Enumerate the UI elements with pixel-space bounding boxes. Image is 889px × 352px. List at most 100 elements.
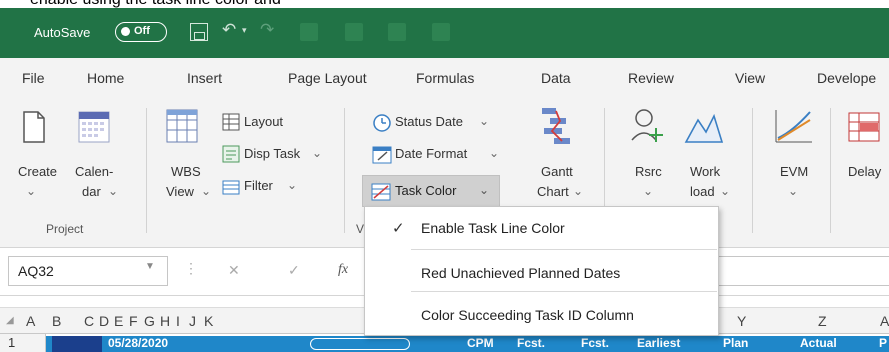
disp-task-icon[interactable] [222, 145, 240, 163]
column-header[interactable]: J [189, 313, 196, 329]
column-header[interactable]: E [114, 313, 123, 329]
rsrc-button[interactable]: Rsrc [635, 164, 662, 179]
enter-icon[interactable]: ✓ [288, 262, 300, 279]
menu-item-color-succeeding-task-id-column[interactable]: Color Succeeding Task ID Column [365, 296, 718, 334]
row-number[interactable]: 1 [0, 334, 46, 352]
gantt-chart-icon[interactable] [540, 106, 574, 146]
save-icon[interactable] [190, 23, 208, 41]
date-format-dropdown-icon[interactable]: ⌄ [489, 146, 499, 160]
cell-date[interactable]: 05/28/2020 [108, 336, 168, 350]
function-icon[interactable]: fx [338, 262, 348, 278]
tab-developer[interactable]: Develope [817, 70, 876, 86]
name-box[interactable]: AQ32 ▼ [8, 256, 168, 286]
column-header[interactable]: Y [737, 313, 746, 329]
tab-insert[interactable]: Insert [187, 70, 222, 86]
tab-page-layout[interactable]: Page Layout [288, 70, 367, 86]
workload-dropdown-icon[interactable]: ⌄ [720, 184, 730, 198]
evm-button[interactable]: EVM [780, 164, 808, 179]
toggle-knob-icon [121, 27, 130, 36]
column-header[interactable]: C [84, 313, 94, 329]
progress-pill [310, 338, 410, 350]
task-color-label: Task Color [395, 183, 457, 198]
calendar-dropdown-icon[interactable]: ⌄ [108, 184, 118, 198]
tab-view[interactable]: View [735, 70, 765, 86]
date-format-button[interactable]: Date Format [395, 146, 467, 161]
menu-divider [411, 249, 717, 250]
status-date-icon[interactable] [372, 113, 392, 133]
column-header[interactable]: F [129, 313, 138, 329]
excel-window: enable using the task line color and Aut… [0, 0, 889, 352]
evm-icon[interactable] [774, 108, 814, 144]
status-date-button[interactable]: Status Date [395, 114, 463, 129]
undo-icon[interactable]: ↶ [222, 20, 236, 40]
cell-cpm[interactable]: CPM [467, 336, 494, 350]
date-format-icon[interactable] [372, 145, 392, 165]
column-header[interactable]: A [26, 313, 35, 329]
create-dropdown-icon[interactable]: ⌄ [26, 184, 36, 198]
column-header[interactable]: Z [818, 313, 827, 329]
menu-item-red-unachieved-planned-dates[interactable]: Red Unachieved Planned Dates [365, 254, 718, 292]
column-header[interactable]: G [144, 313, 155, 329]
disp-task-dropdown-icon[interactable]: ⌄ [312, 146, 322, 160]
gantt-dropdown-icon[interactable]: ⌄ [573, 184, 583, 198]
column-header[interactable]: D [99, 313, 109, 329]
evm-dropdown-icon[interactable]: ⌄ [788, 184, 798, 198]
new-document-icon[interactable] [22, 110, 46, 144]
wbs-view-button-line2[interactable]: View [166, 184, 194, 199]
cell-actual[interactable]: Actual [800, 336, 837, 350]
cancel-icon[interactable]: ✕ [228, 262, 240, 279]
calendar-button[interactable]: Calen- [75, 164, 113, 179]
select-all-icon[interactable]: ◢ [6, 315, 14, 326]
wbs-view-icon[interactable] [166, 108, 198, 144]
cell-fcst[interactable]: Fcst. [581, 336, 609, 350]
cell-earliest[interactable]: Earliest [637, 336, 680, 350]
task-color-button[interactable]: Task Color ⌄ [362, 175, 500, 207]
group-label-project: Project [46, 222, 84, 236]
menu-item-enable-task-line-color[interactable]: ✓ Enable Task Line Color [365, 209, 718, 247]
create-button[interactable]: Create [18, 164, 57, 179]
redo-icon[interactable]: ↷ [260, 20, 274, 40]
resource-icon[interactable] [630, 106, 664, 146]
filter-dropdown-icon[interactable]: ⌄ [287, 178, 297, 192]
gantt-chart-button[interactable]: Gantt [541, 164, 573, 179]
layout-icon[interactable] [222, 113, 240, 131]
cell-p[interactable]: P [879, 336, 887, 350]
qat-button-icon[interactable] [300, 23, 318, 41]
cell-fcst[interactable]: Fcst. [517, 336, 545, 350]
autosave-toggle[interactable]: Off [115, 22, 167, 42]
calendar-icon[interactable] [78, 108, 110, 144]
layout-button[interactable]: Layout [244, 114, 283, 129]
disp-task-button[interactable]: Disp Task [244, 146, 300, 161]
autosave-state: Off [134, 25, 150, 37]
column-header[interactable]: K [204, 313, 213, 329]
status-date-dropdown-icon[interactable]: ⌄ [479, 114, 489, 128]
column-header[interactable]: A [880, 313, 889, 329]
gantt-chart-button-line2[interactable]: Chart [537, 184, 569, 199]
workload-button-line2[interactable]: load [690, 184, 715, 199]
tab-home[interactable]: Home [87, 70, 124, 86]
calendar-button-line2[interactable]: dar [82, 184, 101, 199]
cell-plan[interactable]: Plan [723, 336, 748, 350]
column-header[interactable]: B [52, 313, 61, 329]
tab-file[interactable]: File [22, 70, 45, 86]
undo-dropdown-icon[interactable]: ▾ [242, 25, 247, 36]
filter-icon[interactable] [222, 177, 240, 195]
qat-button-icon[interactable] [388, 23, 406, 41]
tab-formulas[interactable]: Formulas [416, 70, 474, 86]
column-header[interactable]: H [160, 313, 170, 329]
delay-button[interactable]: Delay [848, 164, 881, 179]
qat-button-icon[interactable] [432, 23, 450, 41]
tab-review[interactable]: Review [628, 70, 674, 86]
wbs-dropdown-icon[interactable]: ⌄ [201, 184, 211, 198]
column-header[interactable]: I [176, 313, 180, 329]
wbs-view-button[interactable]: WBS [171, 164, 201, 179]
rsrc-dropdown-icon[interactable]: ⌄ [643, 184, 653, 198]
qat-button-icon[interactable] [345, 23, 363, 41]
workload-icon[interactable] [684, 110, 724, 144]
name-box-dropdown-icon[interactable]: ▼ [145, 261, 155, 272]
group-divider [830, 108, 831, 233]
tab-data[interactable]: Data [541, 70, 571, 86]
workload-button[interactable]: Work [690, 164, 720, 179]
filter-button[interactable]: Filter [244, 178, 273, 193]
delay-icon[interactable] [848, 112, 880, 142]
